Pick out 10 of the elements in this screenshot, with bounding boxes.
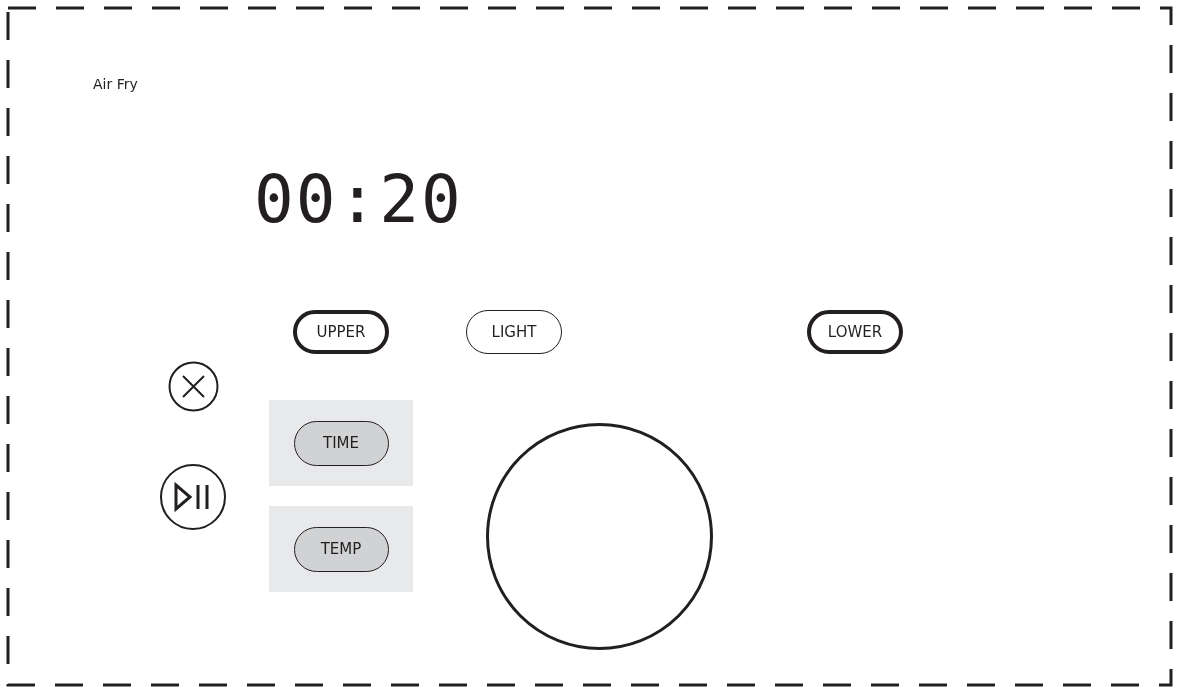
time-display: 00:20 <box>254 160 463 240</box>
cancel-icon[interactable] <box>168 361 219 412</box>
heat-button[interactable]: UPPER <box>293 310 389 354</box>
heat-button[interactable]: LOWER <box>807 310 903 354</box>
mode-label: Air Fry <box>93 76 138 92</box>
play-pause-icon[interactable] <box>159 463 227 531</box>
setting-button[interactable]: TEMP <box>293 526 389 572</box>
setting-button[interactable]: TIME <box>293 420 389 466</box>
heat-button[interactable]: LIGHT <box>466 310 562 354</box>
dial-knob[interactable] <box>486 423 713 650</box>
